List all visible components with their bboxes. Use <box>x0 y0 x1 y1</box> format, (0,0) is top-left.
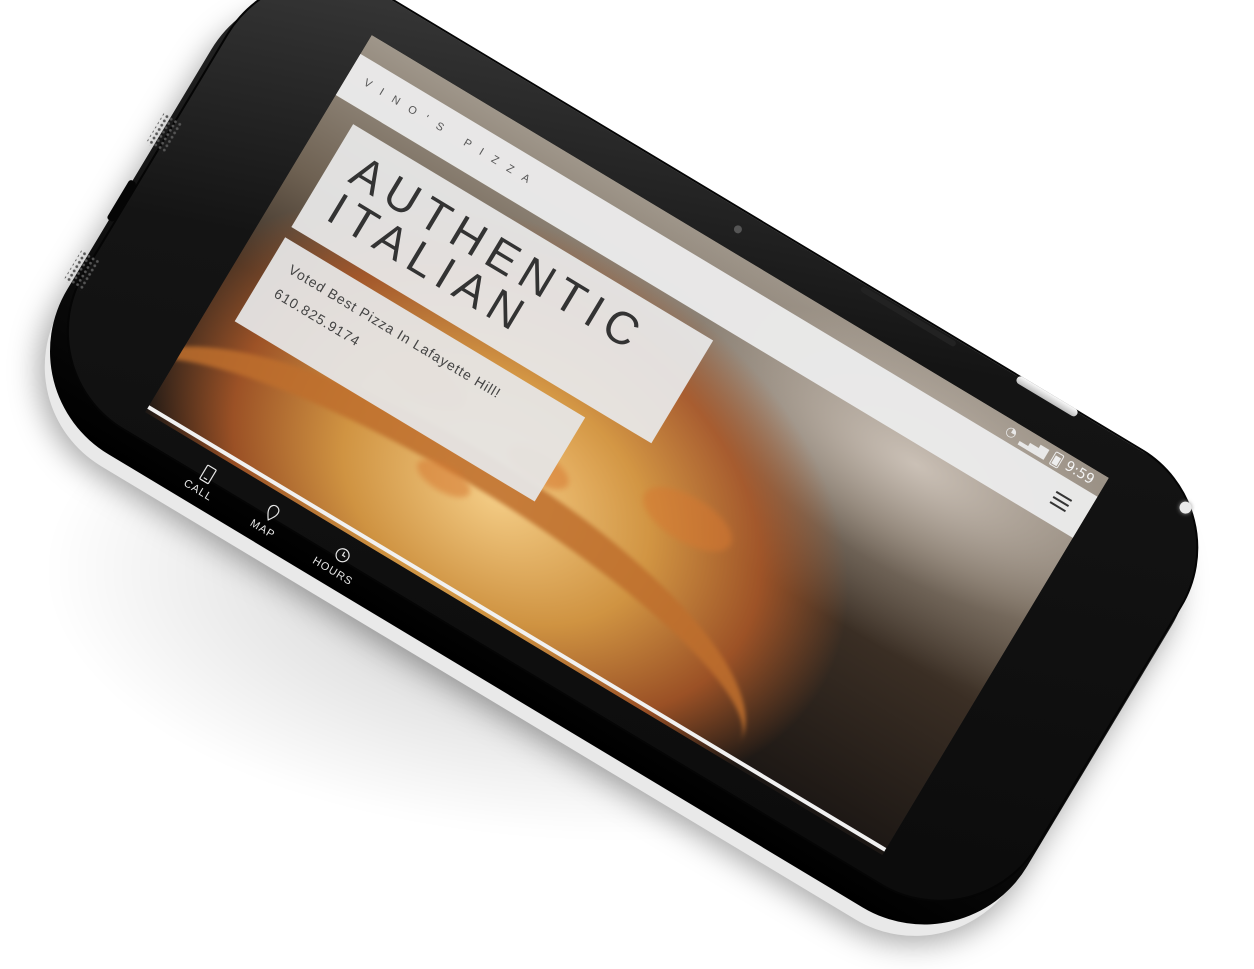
battery-icon <box>1048 450 1065 469</box>
hamburger-menu-icon[interactable] <box>1049 490 1073 513</box>
device-scene: ◔ ▂▄▆ 9:59 VINO'S PIZZA AUTHENTIC ITALIA… <box>0 0 1254 969</box>
wifi-icon: ◔ <box>1002 422 1021 442</box>
pizza-topping <box>632 474 742 565</box>
